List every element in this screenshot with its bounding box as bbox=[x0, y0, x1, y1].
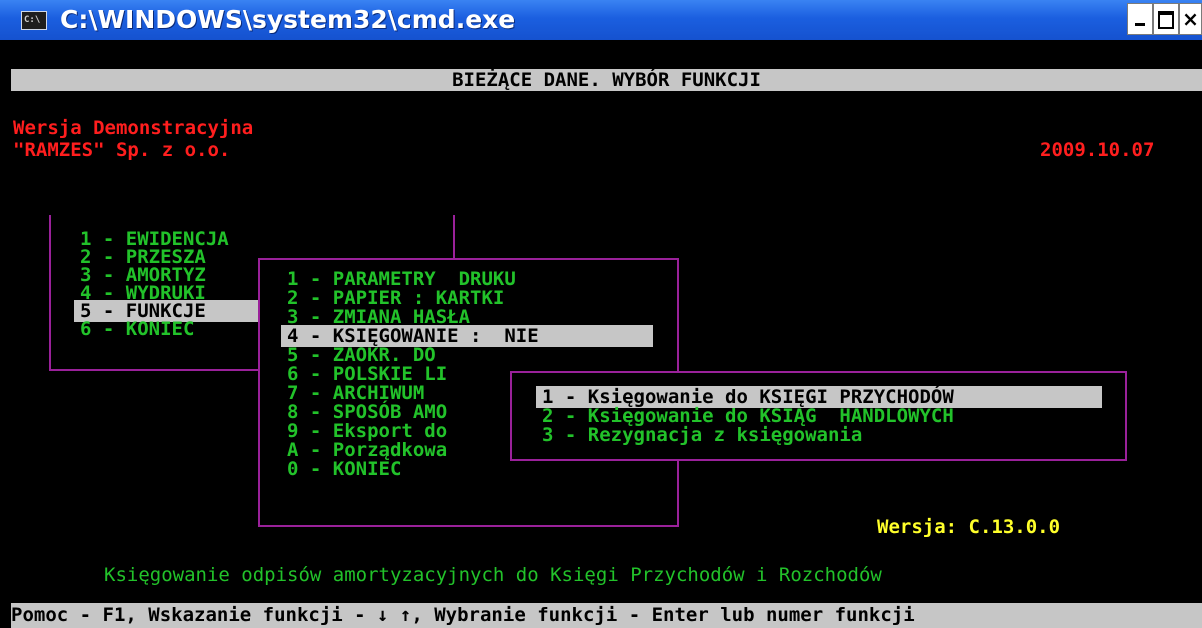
screen-header-text: BIEŻĄCE DANE. WYBÓR FUNKCJI bbox=[452, 69, 761, 91]
close-icon: × bbox=[1182, 7, 1199, 31]
program-version: Wersja: C.13.0.0 bbox=[877, 516, 1061, 538]
functions-menu-item[interactable]: 0 - KONIEC bbox=[287, 458, 401, 480]
maximize-button[interactable] bbox=[1153, 3, 1179, 35]
title-bar: C:\ C:\WINDOWS\system32\cmd.exe × bbox=[0, 0, 1202, 40]
help-text: Pomoc - F1, Wskazanie funkcji - ↓ ↑, Wyb… bbox=[11, 604, 915, 626]
current-date: 2009.10.07 bbox=[1040, 139, 1155, 161]
screen-header: BIEŻĄCE DANE. WYBÓR FUNKCJI bbox=[11, 69, 1202, 91]
demo-version-label: Wersja Demonstracyjna bbox=[13, 117, 254, 139]
function-description: Księgowanie odpisów amortyzacyjnych do K… bbox=[104, 564, 882, 586]
window-title: C:\WINDOWS\system32\cmd.exe bbox=[60, 5, 516, 34]
company-name: "RAMZES" Sp. z o.o. bbox=[13, 139, 231, 161]
close-button[interactable]: × bbox=[1179, 3, 1202, 35]
booking-menu-item[interactable]: 3 - Rezygnacja z księgowania bbox=[542, 424, 862, 446]
cmd-icon: C:\ bbox=[21, 11, 47, 30]
maximize-icon bbox=[1158, 11, 1174, 29]
minimize-button[interactable] bbox=[1127, 3, 1153, 35]
main-menu-item[interactable]: 6 - KONIEC bbox=[80, 318, 194, 340]
help-bar: Pomoc - F1, Wskazanie funkcji - ↓ ↑, Wyb… bbox=[11, 603, 1202, 628]
minimize-icon bbox=[1135, 23, 1145, 26]
